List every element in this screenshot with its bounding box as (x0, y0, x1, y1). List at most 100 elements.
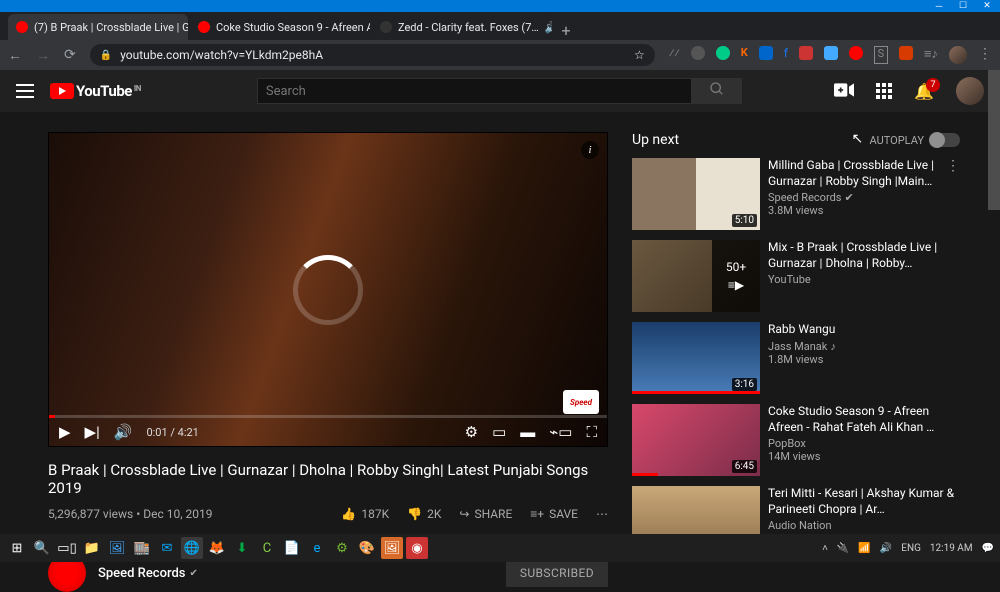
next-icon[interactable]: ▶| (85, 423, 100, 441)
new-tab-button[interactable]: + (554, 21, 578, 40)
ext-office-icon[interactable] (899, 46, 913, 60)
more-actions-button[interactable]: ⋯ (596, 507, 608, 521)
page-scrollbar[interactable] (988, 70, 1000, 534)
dislike-button[interactable]: 👎2K (407, 507, 441, 521)
ext-icon[interactable]: ≡♪ (924, 46, 938, 64)
taskbar-app-icon[interactable]: C (256, 537, 278, 559)
autoplay-toggle[interactable] (930, 133, 960, 147)
taskbar-chrome-icon[interactable]: 🌐 (181, 537, 203, 559)
taskbar-app-icon[interactable]: 📁 (81, 537, 103, 559)
region-code: IN (134, 84, 141, 93)
meta-separator: • (133, 507, 143, 521)
taskbar-app-icon[interactable]: ◉ (406, 537, 428, 559)
window-maximize[interactable]: ☐ (958, 1, 968, 11)
miniplayer-icon[interactable]: ▭ (492, 423, 506, 441)
taskbar-app-icon[interactable]: 🎨 (356, 537, 378, 559)
tray-clock[interactable]: 12:19 AM (930, 543, 973, 554)
browser-profile-avatar[interactable] (949, 46, 967, 64)
ext-icon[interactable] (759, 46, 773, 60)
save-button[interactable]: ≡+SAVE (530, 507, 578, 521)
favicon-youtube-icon (16, 21, 28, 33)
channel-name[interactable]: Speed Records✔ (98, 566, 198, 581)
task-view-icon[interactable]: ▭▯ (56, 537, 78, 559)
like-button[interactable]: 👍187K (341, 507, 389, 521)
video-player[interactable]: i Speed ▶ ▶| 🔊 0:01 / 4:21 ⚙ ▭ ▬ ⌁▭ ⛶ (48, 132, 608, 447)
volume-icon[interactable]: 🔊 (114, 423, 133, 441)
tray-volume-icon[interactable]: 🔊 (880, 543, 892, 554)
taskbar-app-icon[interactable]: ⚙ (331, 537, 353, 559)
search-icon[interactable]: 🔍 (31, 537, 53, 559)
nav-forward-icon[interactable]: → (36, 47, 50, 64)
ext-icon[interactable] (691, 46, 705, 60)
rec-views: 14M views (768, 450, 960, 463)
apps-grid-icon[interactable] (876, 83, 892, 99)
upnext-label: Up next (632, 132, 679, 148)
subscribe-button[interactable]: SUBSCRIBED (506, 559, 608, 587)
ext-grammarly-icon[interactable] (716, 46, 730, 60)
autoplay-label: AUTOPLAY (870, 134, 924, 147)
lock-icon: 🔒 (100, 50, 112, 61)
youtube-play-icon (50, 83, 74, 99)
ext-facebook-icon[interactable]: f (784, 46, 788, 64)
recommendation-item[interactable]: 6:45 Coke Studio Season 9 - Afreen Afree… (632, 404, 960, 476)
taskbar-app-icon[interactable]: 📄 (281, 537, 303, 559)
view-count: 5,296,877 views (48, 507, 133, 521)
address-bar[interactable]: 🔒 youtube.com/watch?v=YLkdm2pe8hA ☆ (90, 44, 655, 66)
verified-badge-icon: ✔ (189, 568, 197, 579)
nav-back-icon[interactable]: ← (8, 47, 22, 64)
taskbar-app-icon[interactable]: ✉ (156, 537, 178, 559)
tray-chevron-icon[interactable]: ˄ (822, 543, 828, 554)
rec-title: Millind Gaba | Crossblade Live | Gurnaza… (768, 158, 938, 189)
share-button[interactable]: ↪SHARE (459, 507, 512, 521)
info-card-icon[interactable]: i (581, 141, 599, 159)
tray-power-icon[interactable]: 🔌 (837, 543, 849, 554)
taskbar-app-icon[interactable]: 🦊 (206, 537, 228, 559)
taskbar-app-icon[interactable]: ⬇ (231, 537, 253, 559)
search-button[interactable] (692, 78, 742, 104)
ext-icon[interactable]: K (741, 46, 748, 64)
tray-notifications-icon[interactable]: 💬 (982, 543, 994, 554)
ext-icon[interactable]: ⁄⁄ (669, 46, 680, 64)
nav-reload-icon[interactable]: ⟳ (64, 47, 76, 63)
autoplay-control: ↖ AUTOPLAY (870, 133, 960, 147)
star-icon[interactable]: ☆ (634, 48, 645, 62)
window-close[interactable]: ✕ (982, 1, 992, 11)
ext-icon[interactable] (799, 46, 813, 60)
search-input[interactable] (257, 78, 692, 104)
recommendation-list: 5:10 Millind Gaba | Crossblade Live | Gu… (632, 158, 960, 558)
browser-tab[interactable]: Zedd - Clarity feat. Foxes (7… 🔊 × (372, 14, 552, 40)
play-icon[interactable]: ▶ (59, 423, 71, 441)
recommendation-item[interactable]: 3:16 Rabb Wangu Jass Manak ♪ 1.8M views (632, 322, 960, 394)
start-menu-icon[interactable]: ⊞ (6, 537, 28, 559)
taskbar-app-icon[interactable]: 🏬 (131, 537, 153, 559)
cast-icon[interactable]: ⌁▭ (549, 423, 572, 441)
browser-tab-active[interactable]: (7) B Praak | Crossblade Live | Gu… 🔇 × (8, 14, 188, 40)
recommendation-item[interactable]: 5:10 Millind Gaba | Crossblade Live | Gu… (632, 158, 960, 230)
taskbar-app-icon[interactable]: 🖼 (106, 537, 128, 559)
channel-watermark[interactable]: Speed (563, 390, 599, 414)
ext-icon[interactable] (824, 46, 838, 60)
scroll-thumb[interactable] (988, 70, 1000, 210)
recommendation-item[interactable]: 50+≡▶ Mix - B Praak | Crossblade Live | … (632, 240, 960, 312)
settings-gear-icon[interactable]: ⚙ (465, 423, 478, 441)
create-video-icon[interactable] (834, 82, 854, 101)
notifications-icon[interactable]: 🔔7 (914, 82, 934, 101)
fullscreen-icon[interactable]: ⛶ (586, 423, 597, 441)
youtube-logo[interactable]: YouTube IN (50, 82, 141, 100)
taskbar-edge-icon[interactable]: e (306, 537, 328, 559)
tray-network-icon[interactable]: 📶 (858, 543, 870, 554)
ext-icon[interactable] (849, 46, 863, 60)
browser-tab[interactable]: Coke Studio Season 9 - Afreen A… × (190, 14, 370, 40)
hamburger-menu-icon[interactable] (16, 84, 34, 98)
window-minimize[interactable]: ─ (934, 1, 944, 11)
user-avatar[interactable] (956, 77, 984, 105)
rec-channel: Jass Manak ♪ (768, 340, 960, 353)
tray-language[interactable]: ENG (901, 543, 921, 554)
taskbar-photos-icon[interactable]: 🖼 (381, 537, 403, 559)
rec-more-icon[interactable]: ⋮ (946, 158, 960, 174)
browser-menu-icon[interactable]: ⋮ (978, 46, 992, 64)
tab-audio-icon[interactable]: 🔊 (545, 21, 552, 33)
theater-mode-icon[interactable]: ▬ (520, 423, 535, 441)
rec-info: Coke Studio Season 9 - Afreen Afreen - R… (768, 404, 960, 476)
ext-icon[interactable]: S (874, 46, 888, 64)
